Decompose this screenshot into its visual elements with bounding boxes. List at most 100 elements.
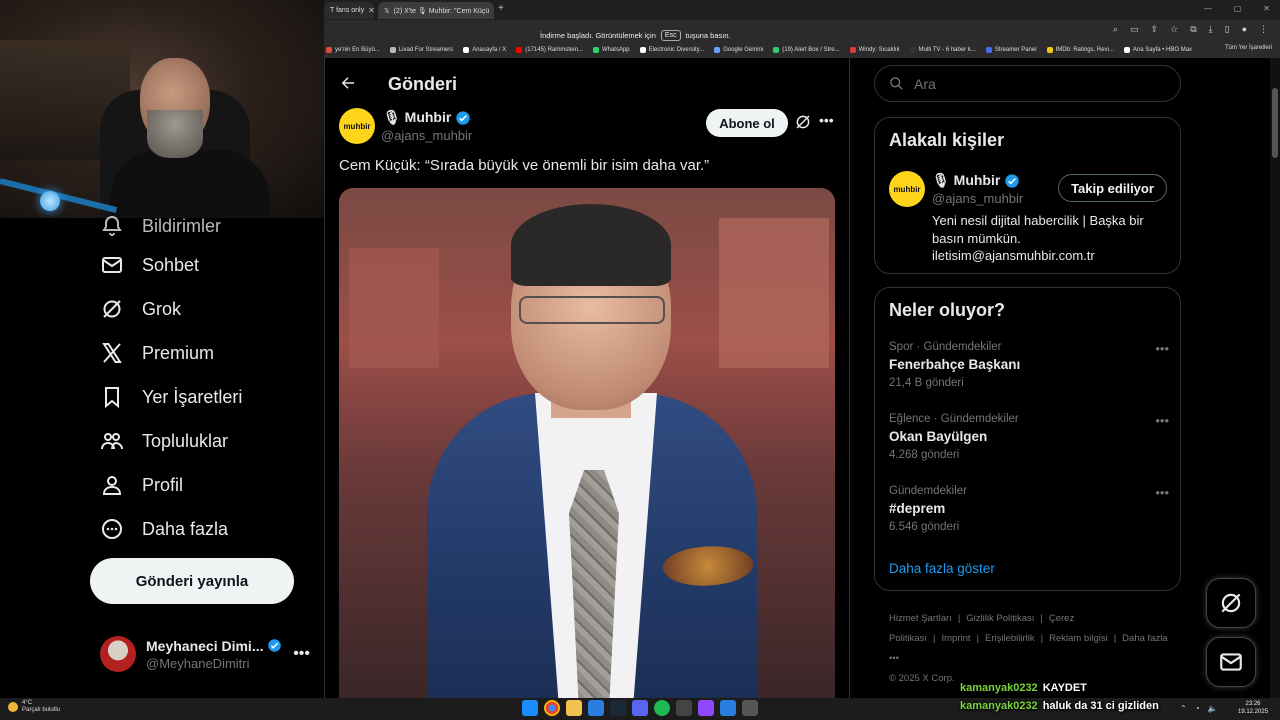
cast-icon[interactable]: ▭ xyxy=(1130,24,1139,35)
app-icon[interactable] xyxy=(720,700,736,716)
sidebar-item-person[interactable]: Profil xyxy=(100,473,183,497)
footer-link[interactable]: Imprint xyxy=(941,633,970,644)
volume-icon[interactable]: 🔈 xyxy=(1208,704,1218,713)
trend-item[interactable]: Eğlence · Gündemdekiler Okan Bayülgen 4.… xyxy=(889,413,1169,461)
sidebar-item-more-circle[interactable]: Daha fazla xyxy=(100,517,228,541)
wifi-icon[interactable]: ◔ xyxy=(1195,704,1200,713)
bookmark-item[interactable]: Livad For Streamers xyxy=(389,47,453,53)
star-icon[interactable]: ☆ xyxy=(1170,24,1178,35)
bookmark-item[interactable]: Electronic Diversity... xyxy=(639,47,704,53)
chrome-icon[interactable] xyxy=(544,700,560,716)
trend-count: 6.546 gönderi xyxy=(889,521,960,533)
taskbar-clock[interactable]: 23:26 19.12.2025 xyxy=(1238,700,1268,716)
footer-link[interactable]: Erişilebilirlik xyxy=(985,633,1035,644)
file-explorer-icon[interactable] xyxy=(566,700,582,716)
close-tab-icon[interactable]: ✕ xyxy=(368,6,374,15)
footer-link[interactable]: Gizlilik Politikası xyxy=(966,613,1034,624)
post-button[interactable]: Gönderi yayınla xyxy=(90,558,294,604)
author-name[interactable]: 🎙 Muhbir xyxy=(383,109,471,126)
profile-icon[interactable]: ● xyxy=(1242,24,1247,35)
footer-link[interactable]: Hizmet Şartları xyxy=(889,613,952,624)
trend-category: Gündemdekiler xyxy=(889,485,967,497)
more-options-icon[interactable]: ••• xyxy=(1155,341,1169,356)
page-scrollbar[interactable] xyxy=(1270,58,1280,698)
show-more-link[interactable]: Daha fazla göster xyxy=(889,561,995,576)
minimize-icon[interactable]: — xyxy=(1204,4,1212,13)
related-name[interactable]: 🎙 Muhbir xyxy=(932,172,1020,189)
sidebar-item-mail[interactable]: Sohbet xyxy=(100,253,199,277)
bookmark-item[interactable]: ye'nin En Büyü... xyxy=(326,47,380,53)
account-switcher[interactable]: Meyhaneci Dimi... @MeyhaneDimitri ••• xyxy=(100,636,310,672)
bookmark-label: (19) Alert Box / Stre... xyxy=(782,47,840,53)
discord-icon[interactable] xyxy=(632,700,648,716)
browser-tab[interactable]: T fans only ✕ xyxy=(324,2,374,19)
sidebar-item-notifications[interactable]: Bildirimler xyxy=(100,214,221,238)
all-bookmarks-folder[interactable]: Tüm Yer İşaretleri xyxy=(1225,45,1272,51)
share-icon[interactable]: ⇪ xyxy=(1151,24,1159,35)
sidebar-item-grok[interactable]: Grok xyxy=(100,297,181,321)
webcam-overlay xyxy=(0,0,324,218)
new-tab-icon[interactable]: + xyxy=(498,3,504,14)
trend-item[interactable]: Spor · Gündemdekiler Fenerbahçe Başkanı … xyxy=(889,341,1169,389)
following-button[interactable]: Takip ediliyor xyxy=(1058,174,1167,202)
close-window-icon[interactable]: ✕ xyxy=(1263,4,1270,13)
bookmark-item[interactable]: Anasayfa / X xyxy=(463,47,506,53)
more-options-icon[interactable]: ••• xyxy=(1155,413,1169,428)
app-icon[interactable] xyxy=(676,700,692,716)
maximize-icon[interactable]: ▢ xyxy=(1234,4,1242,13)
subscribe-button[interactable]: Abone ol xyxy=(706,109,788,137)
webcam-person-body xyxy=(110,150,270,218)
related-avatar[interactable]: muhbir xyxy=(889,171,925,207)
app-icon[interactable] xyxy=(588,700,604,716)
split-view-icon[interactable]: ▯ xyxy=(1225,24,1230,35)
bookmark-item[interactable]: Multi TV - 6 haber k... xyxy=(909,47,976,53)
bookmark-item[interactable]: Google Gemini xyxy=(714,47,763,53)
extensions-icon[interactable]: ⧉ xyxy=(1190,24,1196,35)
sidebar-item-people[interactable]: Topluluklar xyxy=(100,429,228,453)
bookmark-item[interactable]: Streamer Panel xyxy=(985,47,1037,53)
back-arrow-icon[interactable] xyxy=(339,74,357,92)
browser-tab-active[interactable]: 𝕏 (2) X'te 🎙 Muhbir: "Cem Küçü ✕ xyxy=(378,2,494,19)
image-background-building xyxy=(719,218,829,368)
zoom-icon[interactable]: ⌕ xyxy=(1113,24,1118,35)
author-avatar[interactable]: muhbir xyxy=(339,108,375,144)
twitch-icon[interactable] xyxy=(698,700,714,716)
bookmark-favicon-icon xyxy=(1123,47,1130,53)
bookmark-item[interactable]: (19) Alert Box / Stre... xyxy=(773,47,840,53)
scrollbar-thumb[interactable] xyxy=(1272,88,1278,158)
trend-item[interactable]: Gündemdekiler #deprem 6.546 gönderi ••• xyxy=(889,485,1169,533)
related-handle[interactable]: @ajans_muhbir xyxy=(932,191,1023,206)
windows-start-icon[interactable] xyxy=(522,700,538,716)
grok-floating-button[interactable] xyxy=(1206,578,1256,628)
bookmark-favicon-icon xyxy=(389,47,396,53)
weather-widget[interactable]: 4°C Parçalı bulutlu xyxy=(8,700,60,714)
more-options-icon[interactable]: ••• xyxy=(1155,485,1169,500)
tweet-image[interactable] xyxy=(339,188,835,698)
menu-icon[interactable]: ⋮ xyxy=(1259,24,1268,35)
search-input[interactable]: Ara xyxy=(874,65,1181,102)
sidebar-item-x-logo[interactable]: Premium xyxy=(100,341,214,365)
avatar xyxy=(100,636,136,672)
app-icon[interactable] xyxy=(742,700,758,716)
bookmark-icon xyxy=(105,387,119,409)
verified-badge-icon xyxy=(268,639,282,652)
more-options-icon[interactable]: ••• xyxy=(819,112,834,128)
author-handle[interactable]: @ajans_muhbir xyxy=(381,128,472,143)
messages-floating-button[interactable] xyxy=(1206,637,1256,687)
bookmark-item[interactable]: Windy: Sıcaklık xyxy=(849,47,900,53)
close-tab-icon[interactable]: ✕ xyxy=(493,6,494,15)
grok-icon[interactable] xyxy=(794,113,812,131)
more-options-icon[interactable]: ••• xyxy=(293,645,310,663)
trend-category: Eğlence · Gündemdekiler xyxy=(889,413,1019,425)
bookmark-item[interactable]: WhatsApp xyxy=(592,47,630,53)
download-icon[interactable]: ⤓ xyxy=(1209,24,1213,35)
sidebar-item-bookmark[interactable]: Yer İşaretleri xyxy=(100,385,242,409)
sidebar-item-label: Sohbet xyxy=(142,254,200,275)
bookmark-item[interactable]: IMDb: Ratings, Revi... xyxy=(1046,47,1114,53)
spotify-icon[interactable] xyxy=(654,700,670,716)
bookmark-item[interactable]: Ana Sayfa • HBO Max xyxy=(1123,47,1192,53)
steam-icon[interactable] xyxy=(610,700,626,716)
footer-link[interactable]: Reklam bilgisi xyxy=(1049,633,1108,644)
bookmark-item[interactable]: (17145) Rammstein... xyxy=(516,47,583,53)
chevron-up-icon[interactable]: ⌃ xyxy=(1180,704,1187,713)
